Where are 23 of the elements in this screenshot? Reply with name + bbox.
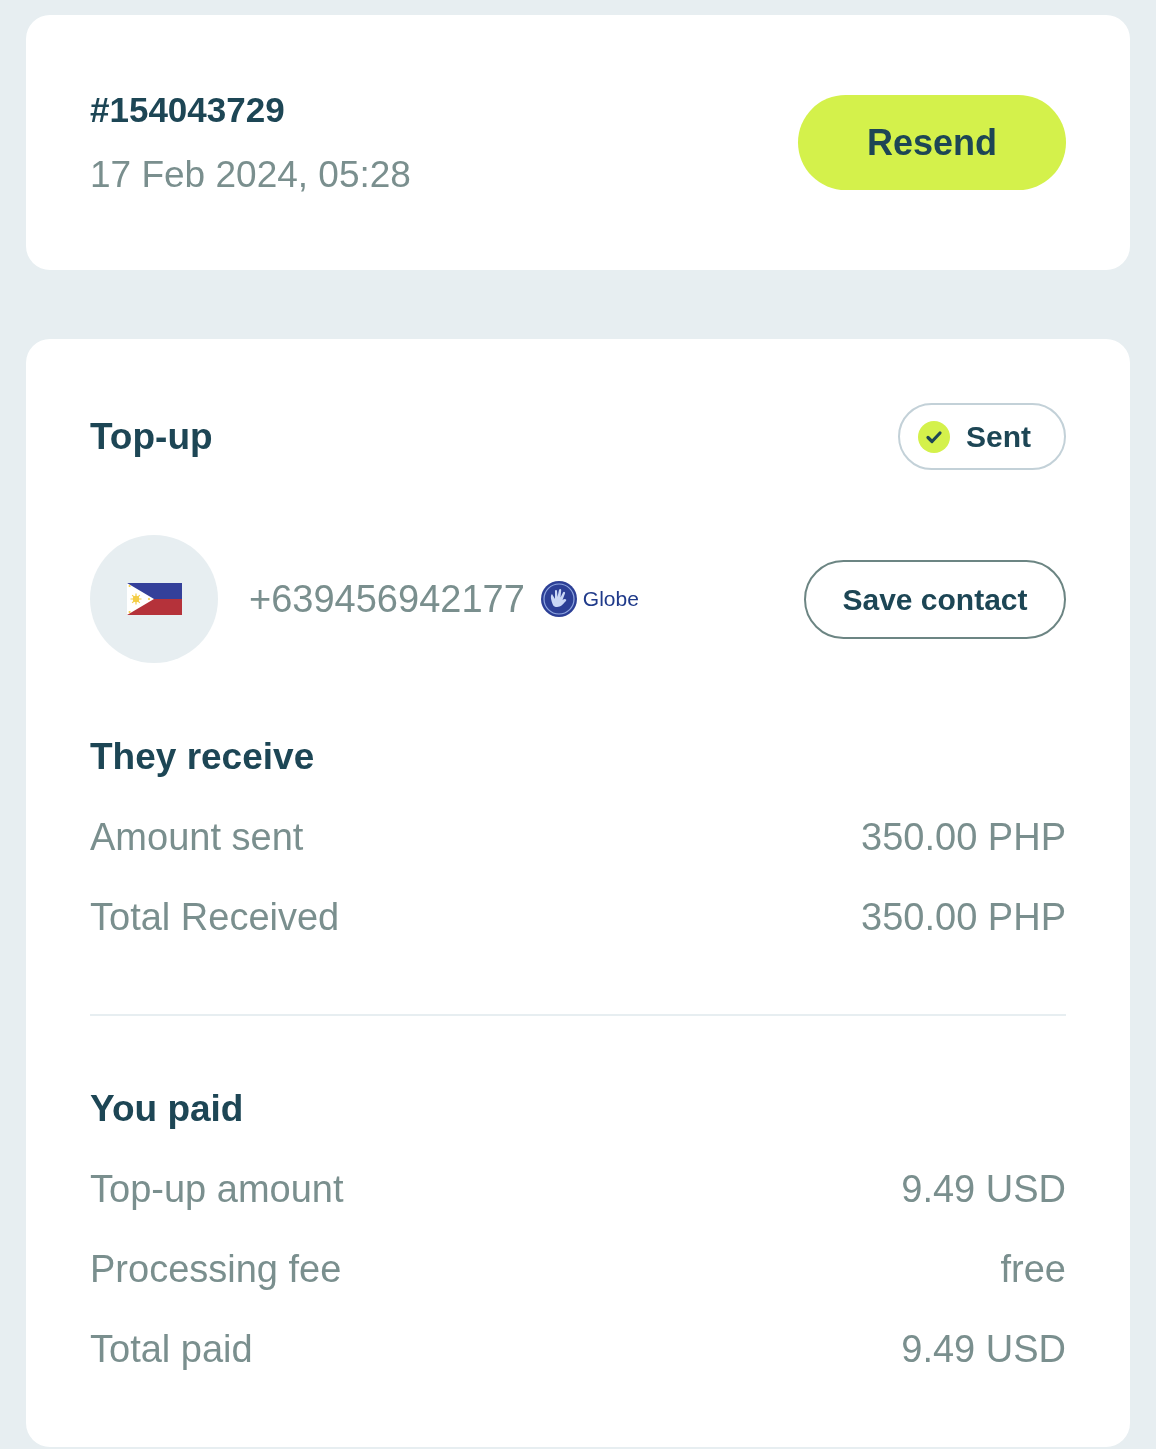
row-value: 9.49 USD: [901, 1167, 1066, 1211]
section-heading: They receive: [90, 735, 315, 779]
row-label: Amount sent: [90, 815, 304, 859]
row-value: 350.00 PHP: [861, 815, 1066, 859]
order-date: 17 Feb 2024, 05:28: [90, 153, 411, 196]
card-title: Top-up: [90, 414, 213, 459]
order-number: #154043729: [90, 89, 285, 130]
operator-name: Globe: [582, 586, 639, 612]
phone-number: +639456942177: [249, 577, 525, 621]
resend-button[interactable]: Resend: [798, 95, 1066, 190]
row-value: 9.49 USD: [901, 1327, 1066, 1371]
row-value: 350.00 PHP: [861, 895, 1066, 939]
flag-icon: [126, 583, 182, 615]
row-label: Top-up amount: [90, 1167, 344, 1211]
row-label: Total Received: [90, 895, 340, 939]
row-label: Total paid: [90, 1327, 253, 1371]
check-icon: [918, 420, 950, 453]
status-label: Sent: [966, 418, 1031, 455]
row-value: free: [1000, 1247, 1066, 1291]
row-label: Processing fee: [90, 1247, 342, 1291]
save-contact-button[interactable]: Save contact: [804, 559, 1066, 639]
operator-logo-icon: [540, 581, 577, 617]
section-heading: You paid: [90, 1087, 244, 1131]
